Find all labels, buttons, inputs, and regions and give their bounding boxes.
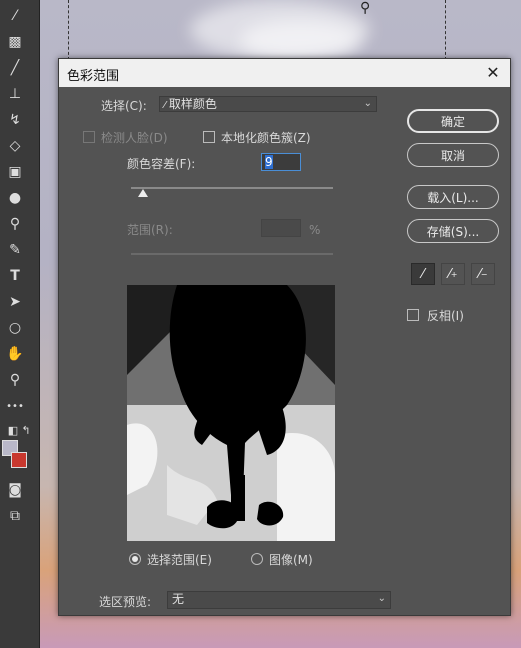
localized-clusters-checkbox[interactable] bbox=[203, 131, 215, 143]
ellipse-icon[interactable]: ○ bbox=[5, 318, 25, 338]
image-radio-label: 图像(M) bbox=[269, 553, 313, 567]
selection-radio[interactable] bbox=[129, 553, 141, 565]
healing-brush-icon[interactable]: ▩ bbox=[5, 32, 25, 52]
ok-button[interactable]: 确定 bbox=[407, 109, 499, 133]
select-value: 取样颜色 bbox=[168, 97, 217, 111]
blur-icon[interactable]: ● bbox=[5, 188, 25, 208]
marquee-edge bbox=[445, 0, 446, 60]
pen-icon[interactable]: ✎ bbox=[5, 240, 25, 260]
range-slider-track bbox=[131, 253, 333, 255]
detect-faces-checkbox[interactable] bbox=[83, 131, 95, 143]
fuzziness-value: 9 bbox=[265, 155, 273, 169]
selection-preview-value: 无 bbox=[172, 592, 185, 606]
fuzziness-input[interactable]: 9 bbox=[261, 153, 301, 171]
close-icon[interactable]: ✕ bbox=[482, 61, 504, 83]
eyedropper-plus-icon[interactable]: ⁄ + bbox=[441, 263, 465, 285]
cancel-button[interactable]: 取消 bbox=[407, 143, 499, 167]
color-range-dialog: 色彩范围 ✕ 选择(C): ⁄ 取样颜色 ⌄ 检测人脸(D) 本地化颜色簇(Z)… bbox=[58, 58, 511, 616]
hand-icon[interactable]: ✋ bbox=[5, 344, 25, 364]
clone-stamp-icon[interactable]: ⊥ bbox=[5, 84, 25, 104]
dialog-titlebar[interactable]: 色彩范围 ✕ bbox=[59, 59, 510, 87]
smoke-image-area bbox=[240, 20, 360, 60]
eyedropper-icon[interactable]: ⁄ bbox=[411, 263, 435, 285]
eyedropper-icon[interactable]: ⁄ bbox=[5, 6, 25, 26]
eraser-icon[interactable]: ◇ bbox=[5, 136, 25, 156]
type-icon[interactable]: T bbox=[5, 266, 25, 286]
fuzziness-slider-thumb[interactable] bbox=[138, 189, 149, 197]
chevron-down-icon: ⌄ bbox=[377, 593, 386, 604]
brush-icon[interactable]: ╱ bbox=[5, 58, 25, 78]
selection-preview-dropdown[interactable]: 无 ⌄ bbox=[167, 591, 391, 609]
selection-radio-label: 选择范围(E) bbox=[147, 553, 212, 567]
quick-mask-icon[interactable]: ◙ bbox=[5, 480, 25, 500]
swap-colors-icon[interactable]: ↰ bbox=[16, 420, 36, 440]
chevron-down-icon: ⌄ bbox=[363, 98, 372, 109]
marquee-edge bbox=[68, 0, 69, 60]
preview-mask-image bbox=[127, 285, 335, 541]
fuzziness-label: 颜色容差(F): bbox=[127, 157, 196, 171]
more-icon[interactable]: ••• bbox=[5, 396, 25, 416]
eyedropper-minus-icon[interactable]: ⁄ − bbox=[471, 263, 495, 285]
screen-mode-icon[interactable]: ⧉ bbox=[5, 506, 25, 526]
range-label: 范围(R): bbox=[127, 223, 173, 237]
load-button[interactable]: 载入(L)... bbox=[407, 185, 499, 209]
localized-clusters-label: 本地化颜色簇(Z) bbox=[221, 131, 311, 145]
select-label: 选择(C): bbox=[101, 99, 147, 113]
gradient-icon[interactable]: ▣ bbox=[5, 162, 25, 182]
background-color-swatch[interactable] bbox=[11, 452, 27, 468]
zoom-icon[interactable]: ⚲ bbox=[5, 370, 25, 390]
path-select-icon[interactable]: ➤ bbox=[5, 292, 25, 312]
invert-checkbox[interactable] bbox=[407, 309, 419, 321]
invert-label: 反相(I) bbox=[427, 309, 464, 323]
select-dropdown[interactable]: ⁄ 取样颜色 ⌄ bbox=[159, 96, 377, 112]
range-input bbox=[261, 219, 301, 237]
eyedropper-cursor-icon: ⚲ bbox=[360, 0, 371, 16]
fuzziness-slider-track[interactable] bbox=[131, 187, 333, 189]
selection-preview-label: 选区预览: bbox=[99, 595, 152, 609]
detect-faces-label: 检测人脸(D) bbox=[101, 131, 168, 145]
history-brush-icon[interactable]: ↯ bbox=[5, 110, 25, 130]
save-button[interactable]: 存储(S)... bbox=[407, 219, 499, 243]
image-radio[interactable] bbox=[251, 553, 263, 565]
dodge-icon[interactable]: ⚲ bbox=[5, 214, 25, 234]
tools-panel: ⁄ ▩ ╱ ⊥ ↯ ◇ ▣ ● ⚲ ✎ T ➤ ○ ✋ ⚲ ••• ◧ ↰ ◙ … bbox=[0, 0, 40, 648]
selection-preview bbox=[127, 285, 335, 541]
range-unit: % bbox=[309, 223, 321, 237]
dialog-title: 色彩范围 bbox=[67, 69, 120, 84]
